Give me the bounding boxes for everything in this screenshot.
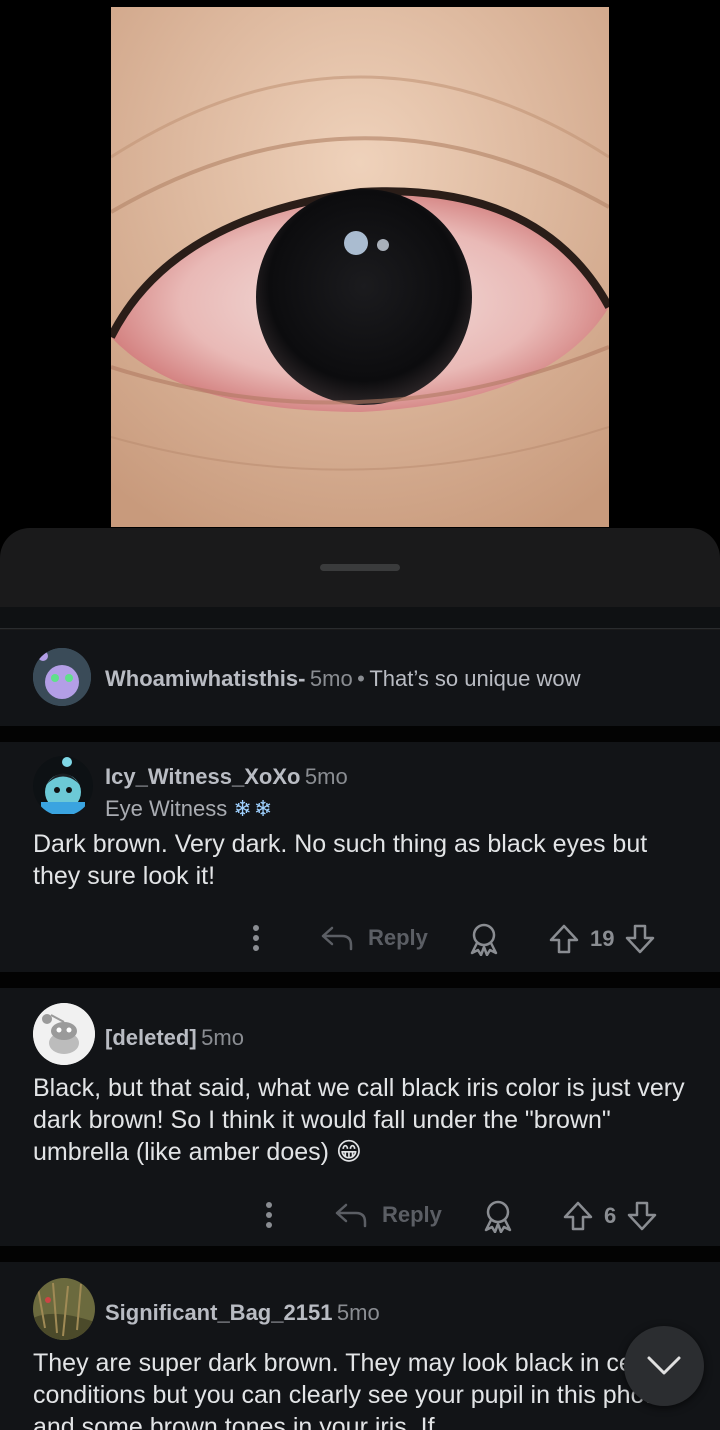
scroll-to-next-button[interactable] xyxy=(624,1326,704,1406)
chevron-down-icon xyxy=(647,1356,681,1375)
avatar[interactable] xyxy=(33,756,93,816)
reply-arrow-icon xyxy=(335,1203,367,1228)
comment-body: Black, but that said, what we call black… xyxy=(33,1072,693,1168)
grinning-emoji: 😁 xyxy=(335,1138,362,1166)
award-icon xyxy=(484,1200,512,1233)
downvote-arrow-icon[interactable] xyxy=(626,1200,658,1232)
downvote-arrow-icon[interactable] xyxy=(624,923,656,955)
flair-text: Eye Witness xyxy=(105,796,228,821)
comment-username[interactable]: [deleted] xyxy=(105,1025,197,1050)
reply-label: Reply xyxy=(382,1202,442,1227)
award-button[interactable] xyxy=(482,1199,514,1233)
more-options-button[interactable] xyxy=(244,923,268,953)
reply-arrow-icon xyxy=(321,926,353,951)
reply-label: Reply xyxy=(368,925,428,950)
vote-score: 19 xyxy=(590,926,615,951)
award-button[interactable] xyxy=(468,922,500,956)
more-vertical-icon xyxy=(253,925,259,951)
upvote-arrow-icon[interactable] xyxy=(562,1200,594,1232)
comment-age: 5mo xyxy=(304,764,348,789)
comment-username[interactable]: Whoamiwhatisthis- xyxy=(105,666,305,691)
comment: [deleted] 5mo Black, but that said, what… xyxy=(0,988,720,1246)
reply-button[interactable]: Reply xyxy=(320,924,428,952)
comment-age: 5mo xyxy=(309,666,353,691)
avatar[interactable] xyxy=(33,1278,95,1340)
reply-button[interactable]: Reply xyxy=(334,1201,442,1229)
comment-gap xyxy=(0,1246,720,1262)
avatar[interactable] xyxy=(33,648,91,706)
vote-score: 6 xyxy=(604,1203,617,1228)
more-vertical-icon xyxy=(266,1202,272,1228)
post-image-eye[interactable] xyxy=(111,7,609,527)
vote-controls: 19 xyxy=(548,923,656,955)
post-media-container xyxy=(0,0,720,560)
comment-collapsed[interactable]: Whoamiwhatisthis- 5mo • That’s so unique… xyxy=(0,630,720,726)
vote-controls: 6 xyxy=(562,1200,658,1232)
more-options-button[interactable] xyxy=(257,1200,281,1230)
avatar[interactable] xyxy=(33,1003,95,1065)
user-flair: Eye Witness ❄❄ xyxy=(105,796,274,822)
comment-username[interactable]: Icy_Witness_XoXo xyxy=(105,764,300,789)
comment-preview-text: That’s so unique wow xyxy=(369,666,581,691)
sheet-divider xyxy=(0,607,720,629)
comment-gap xyxy=(0,972,720,988)
comment-gap xyxy=(0,726,720,742)
comment-body: They are super dark brown. They may look… xyxy=(33,1349,682,1430)
comment-username[interactable]: Significant_Bag_2151 xyxy=(105,1300,332,1325)
sheet-drag-handle[interactable] xyxy=(320,564,400,571)
comment: Icy_Witness_XoXo 5mo Eye Witness ❄❄ Dark… xyxy=(0,742,720,972)
meta-separator: • xyxy=(357,666,365,691)
upvote-arrow-icon[interactable] xyxy=(548,923,580,955)
award-icon xyxy=(470,923,498,956)
comment-age: 5mo xyxy=(201,1025,244,1050)
comment-body: Dark brown. Very dark. No such thing as … xyxy=(33,830,648,890)
comment-age: 5mo xyxy=(336,1300,380,1325)
snowflake-icon: ❄❄ xyxy=(233,796,275,821)
comment: Significant_Bag_2151 5mo They are super … xyxy=(0,1262,720,1430)
